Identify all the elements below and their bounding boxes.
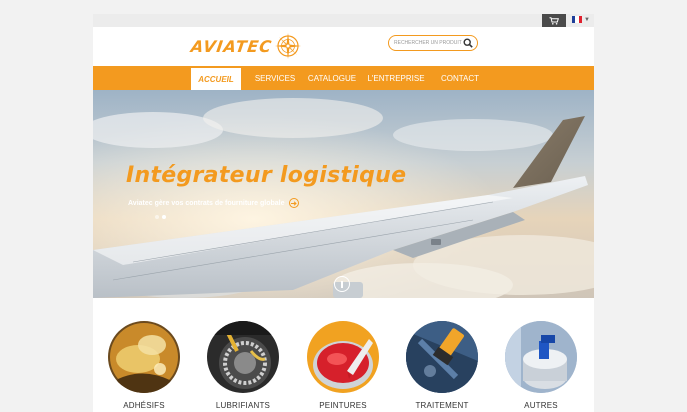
spray-can-image (505, 321, 577, 393)
nav-item-entreprise[interactable]: L'ENTREPRISE (367, 66, 425, 90)
cart-icon (549, 16, 559, 25)
top-bar: ▼ (93, 14, 594, 27)
logo-text: AVIATEC (189, 36, 274, 56)
nav-item-catalogue[interactable]: CATALOGUE (307, 66, 357, 90)
search-box[interactable] (388, 35, 478, 51)
search-input[interactable] (394, 40, 462, 46)
lubricant-image (207, 321, 279, 393)
scroll-indicator-icon (341, 280, 343, 288)
category-list: ADHÉSIFS LUBRIFIANTS PEINTURES TRAITEMEN… (93, 320, 594, 412)
search-icon[interactable] (463, 38, 473, 48)
cart-button[interactable] (542, 14, 566, 27)
slider-dots (155, 215, 166, 219)
arrow-right-icon[interactable] (288, 198, 299, 208)
chevron-down-icon: ▼ (584, 16, 590, 23)
page: ▼ AVIATEC ACCUEIL SERVICES CATALOGUE L'E… (93, 14, 594, 412)
airplane-wing-image (93, 90, 594, 298)
compass-rose-icon (275, 33, 302, 59)
category-traitement[interactable]: TRAITEMENT (404, 320, 480, 412)
french-flag-icon (572, 16, 582, 23)
hero-subtitle: Aviatec gère vos contrats de fourniture … (128, 199, 285, 207)
category-label: TRAITEMENT (415, 401, 469, 410)
language-selector[interactable]: ▼ (572, 16, 590, 23)
treatment-image (406, 321, 478, 393)
nav-item-contact[interactable]: CONTACT (437, 66, 483, 90)
hero-title: Intégrateur logistique (126, 163, 407, 188)
category-label: PEINTURES (319, 401, 367, 410)
hero-subtitle-row: Aviatec gère vos contrats de fourniture … (128, 198, 299, 208)
nav-item-accueil[interactable]: ACCUEIL (191, 66, 241, 90)
category-label: LUBRIFIANTS (215, 401, 271, 410)
logo[interactable]: AVIATEC (189, 31, 302, 61)
slider-dot-1[interactable] (155, 215, 159, 219)
category-lubrifiants[interactable]: LUBRIFIANTS (205, 320, 281, 412)
hero-slider: Intégrateur logistique Aviatec gère vos … (93, 90, 594, 298)
category-label: AUTRES (524, 401, 558, 410)
scroll-down-button[interactable] (334, 276, 350, 292)
main-nav: ACCUEIL SERVICES CATALOGUE L'ENTREPRISE … (93, 66, 594, 90)
nav-item-services[interactable]: SERVICES (251, 66, 299, 90)
paint-image (307, 321, 379, 393)
slider-dot-2[interactable] (162, 215, 166, 219)
category-peintures[interactable]: PEINTURES (305, 320, 381, 412)
adhesive-image (108, 321, 180, 393)
category-label: ADHÉSIFS (123, 401, 165, 410)
category-autres[interactable]: AUTRES (503, 320, 579, 412)
category-adhesifs[interactable]: ADHÉSIFS (106, 320, 182, 412)
